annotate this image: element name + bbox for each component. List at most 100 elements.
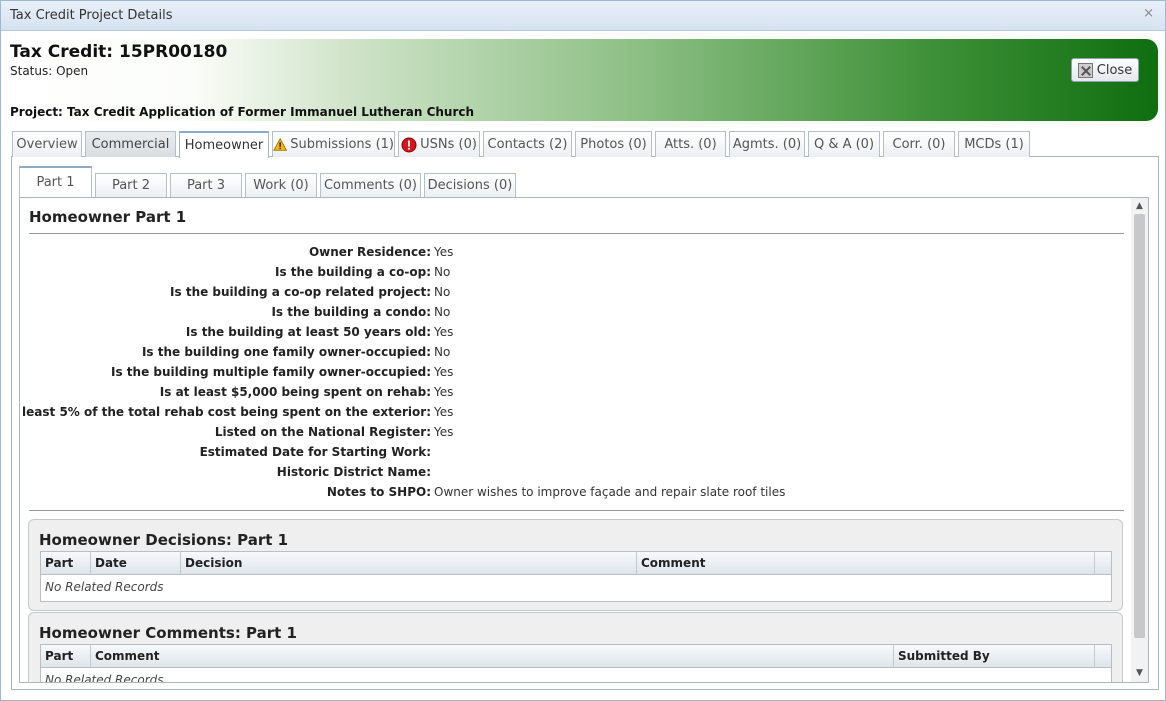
- field-row: Is the building multiple family owner-oc…: [20, 363, 1120, 383]
- tab-part-2[interactable]: Part 2: [95, 173, 167, 197]
- field-label: Historic District Name:: [276, 465, 431, 479]
- field-value: Owner wishes to improve façade and repai…: [434, 485, 786, 499]
- close-button-label: Close: [1096, 62, 1133, 78]
- tab-label: Q & A (0): [813, 137, 875, 152]
- scroll-thumb[interactable]: [1134, 214, 1145, 638]
- field-value: Yes: [434, 325, 454, 339]
- divider: [29, 510, 1124, 511]
- field-label: Is the building multiple family owner-oc…: [111, 365, 431, 379]
- tab-label: Atts. (0): [664, 137, 717, 152]
- decisions-group: Homeowner Decisions: Part 1 Part Date De…: [28, 519, 1123, 611]
- decisions-grid: Part Date Decision Comment No Related Re…: [40, 551, 1112, 602]
- tab-label: MCDs (1): [964, 137, 1024, 152]
- tab-part-1[interactable]: Part 1: [19, 166, 92, 197]
- field-label: Is at least $5,000 being spent on rehab:: [159, 385, 431, 399]
- tab-atts[interactable]: Atts. (0): [655, 131, 726, 157]
- field-value: Yes: [434, 245, 454, 259]
- project-header: Tax Credit: 15PR00180 Status: Open Proje…: [7, 39, 1158, 121]
- close-button[interactable]: Close: [1071, 58, 1139, 82]
- field-row: Owner Residence: Yes: [20, 243, 1120, 263]
- tab-label: Decisions (0): [427, 178, 513, 193]
- tab-overview[interactable]: Overview: [12, 131, 82, 157]
- tab-label: Work (0): [253, 178, 309, 193]
- column-header-date[interactable]: Date: [91, 552, 181, 575]
- field-label: Is at least 5% of the total rehab cost b…: [20, 405, 431, 419]
- field-label: Is the building one family owner-occupie…: [141, 345, 431, 359]
- tab-comments[interactable]: Comments (0): [320, 173, 421, 197]
- field-label: Notes to SHPO:: [326, 485, 431, 499]
- column-header-decision[interactable]: Decision: [181, 552, 637, 575]
- comments-group: Homeowner Comments: Part 1 Part Comment …: [28, 612, 1123, 683]
- tab-photos[interactable]: Photos (0): [575, 131, 652, 157]
- vertical-scrollbar[interactable]: ▲ ▼: [1131, 198, 1148, 682]
- field-value: Yes: [434, 365, 454, 379]
- field-value: No: [434, 285, 451, 299]
- tab-mcds[interactable]: MCDs (1): [958, 131, 1030, 157]
- tab-label: Agmts. (0): [732, 137, 802, 152]
- field-label: Is the building at least 50 years old:: [185, 325, 431, 339]
- column-header-part[interactable]: Part: [41, 645, 91, 668]
- column-header-comment[interactable]: Comment: [91, 645, 894, 668]
- empty-message: No Related Records: [45, 580, 164, 594]
- grid-header: Part Comment Submitted By: [41, 645, 1111, 668]
- tab-work[interactable]: Work (0): [245, 173, 317, 197]
- field-row: Is at least $5,000 being spent on rehab:…: [20, 383, 1120, 403]
- tab-contacts[interactable]: Contacts (2): [483, 131, 572, 157]
- tab-label: Contacts (2): [487, 137, 568, 152]
- title-bar[interactable]: Tax Credit Project Details ×: [1, 1, 1165, 31]
- divider: [29, 233, 1124, 234]
- field-row: Is at least 5% of the total rehab cost b…: [20, 403, 1120, 423]
- field-label: Is the building a condo:: [271, 305, 431, 319]
- field-value: Yes: [434, 405, 454, 419]
- field-value: No: [434, 345, 451, 359]
- tab-agmts[interactable]: Agmts. (0): [729, 131, 805, 157]
- tab-label: Part 1: [36, 175, 75, 190]
- decisions-title: Homeowner Decisions: Part 1: [39, 531, 289, 549]
- field-row: Historic District Name:: [20, 463, 1120, 483]
- tab-part-3[interactable]: Part 3: [170, 173, 242, 197]
- field-row: Is the building at least 50 years old: Ye…: [20, 323, 1120, 343]
- field-row: Listed on the National Register: Yes: [20, 423, 1120, 443]
- grid-header: Part Date Decision Comment: [41, 552, 1111, 575]
- tab-label: Comments (0): [323, 178, 417, 193]
- tab-corr[interactable]: Corr. (0): [883, 131, 955, 157]
- tab-q-and-a[interactable]: Q & A (0): [808, 131, 880, 157]
- tab-label: Homeowner: [184, 138, 264, 153]
- warning-icon: [273, 137, 288, 151]
- project-details-dialog: Tax Credit Project Details × Tax Credit:…: [0, 0, 1166, 701]
- part1-content: Homeowner Part 1 Owner Residence: Yes Is …: [20, 198, 1132, 683]
- field-row: Estimated Date for Starting Work:: [20, 443, 1120, 463]
- tab-label: Part 2: [111, 178, 151, 193]
- scroll-up-icon[interactable]: ▲: [1131, 198, 1148, 215]
- field-row: Is the building a condo: No: [20, 303, 1120, 323]
- grid-body: No Related Records: [41, 575, 1111, 601]
- field-value: Yes: [434, 425, 454, 439]
- tab-homeowner[interactable]: Homeowner: [179, 131, 269, 158]
- field-label: Listed on the National Register:: [214, 425, 431, 439]
- comments-grid: Part Comment Submitted By No Related Rec…: [40, 644, 1112, 683]
- field-label: Estimated Date for Starting Work:: [199, 445, 431, 459]
- field-label: Is the building a co-op related project:: [170, 285, 431, 299]
- tab-commercial[interactable]: Commercial: [85, 131, 176, 157]
- column-header-comment[interactable]: Comment: [637, 552, 1095, 575]
- close-icon[interactable]: ×: [1143, 6, 1154, 21]
- empty-message: No Related Records: [45, 673, 164, 683]
- tab-label: Part 3: [186, 178, 226, 193]
- tab-label: Commercial: [91, 137, 170, 152]
- tab-label: Submissions (1): [290, 137, 394, 152]
- tab-decisions[interactable]: Decisions (0): [424, 173, 516, 197]
- field-row: Is the building a co-op: No: [20, 263, 1120, 283]
- tax-credit-id: Tax Credit: 15PR00180: [10, 42, 228, 62]
- tab-label: USNs (0): [420, 137, 477, 152]
- tab-usns[interactable]: USNs (0): [398, 131, 480, 157]
- tab-submissions[interactable]: Submissions (1): [272, 131, 395, 157]
- field-label: Owner Residence:: [308, 245, 431, 259]
- column-header-part[interactable]: Part: [41, 552, 91, 575]
- column-header-submitted-by[interactable]: Submitted By: [894, 645, 1095, 668]
- alert-icon: [401, 137, 417, 152]
- tab-label: Photos (0): [580, 137, 647, 152]
- scroll-down-icon[interactable]: ▼: [1131, 665, 1148, 682]
- field-row: Is the building one family owner-occupie…: [20, 343, 1120, 363]
- field-label: Is the building a co-op:: [275, 265, 431, 279]
- close-box-icon: [1077, 62, 1093, 78]
